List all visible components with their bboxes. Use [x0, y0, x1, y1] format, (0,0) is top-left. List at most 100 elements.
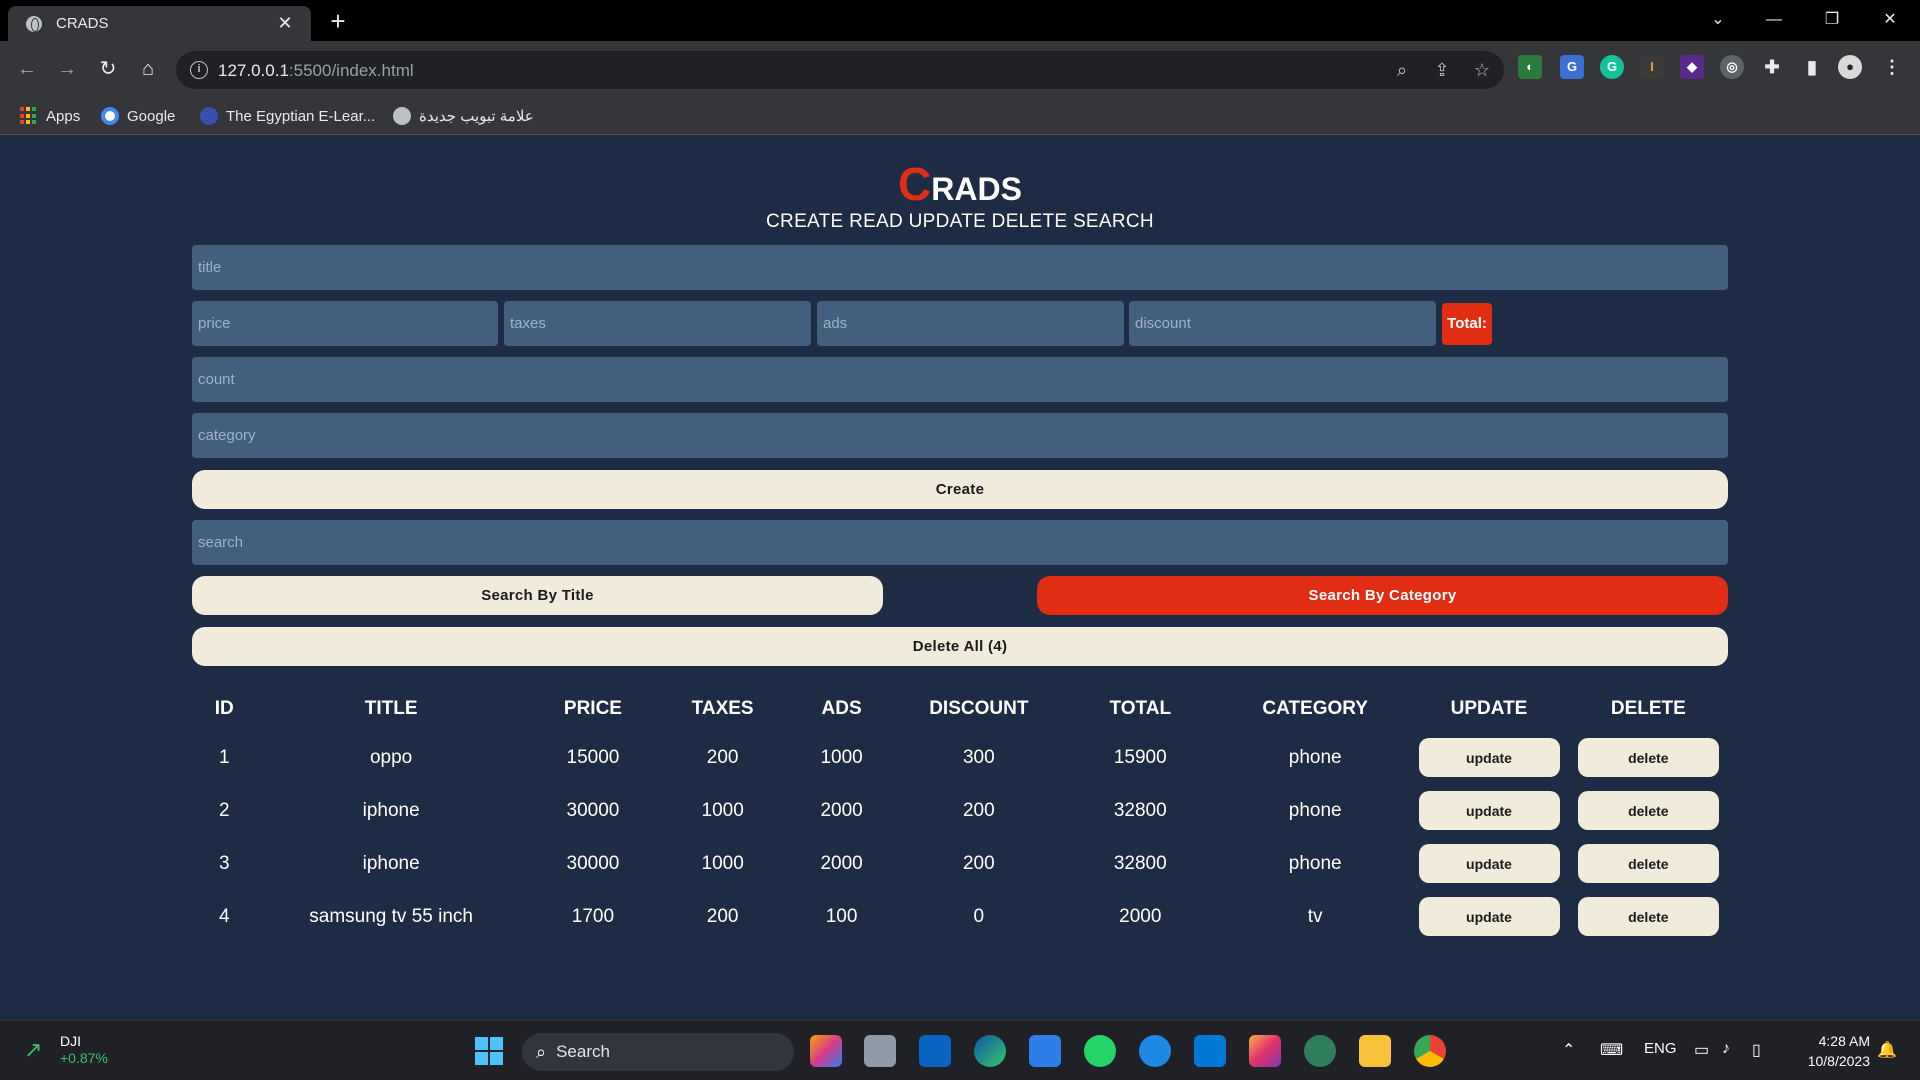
cell-id: 1 [219, 746, 230, 768]
cell-discount: 300 [962, 746, 995, 768]
new-tab-button[interactable]: + [323, 6, 353, 36]
menu-kebab-icon[interactable]: ⋮ [1880, 55, 1904, 79]
grammarly-icon[interactable]: G [1600, 55, 1624, 79]
table-row: 2 iphone 30000 1000 2000 200 32800 phone… [192, 784, 1728, 837]
network-icon[interactable]: ▭ [1694, 1040, 1709, 1060]
cell-price: 15000 [566, 746, 620, 768]
search-icon: ⌕ [536, 1041, 547, 1062]
cell-taxes: 200 [706, 905, 739, 927]
search-by-category-button[interactable]: Search By Category [1037, 576, 1728, 615]
translate-icon[interactable]: G [1560, 55, 1584, 79]
site-info-icon[interactable]: i [190, 61, 208, 79]
bookmark-apps[interactable]: Apps [20, 107, 80, 125]
cell-category: phone [1288, 799, 1342, 821]
todo-icon[interactable] [1029, 1035, 1061, 1067]
header-price: PRICE [563, 698, 622, 719]
cell-total: 2000 [1119, 905, 1162, 927]
header-update: UPDATE [1450, 698, 1528, 719]
side-panel-icon[interactable]: ▮ [1800, 55, 1824, 79]
outlook-icon[interactable] [919, 1035, 951, 1067]
browser-tab[interactable]: CRADS ✕ [8, 6, 311, 41]
back-icon[interactable]: ← [13, 55, 41, 83]
create-button[interactable]: Create [192, 470, 1728, 509]
url-text: 127.0.0.1:5500/index.html [218, 61, 414, 80]
chrome-icon[interactable] [1414, 1035, 1446, 1067]
sync-app-icon[interactable] [1139, 1035, 1171, 1067]
header-delete: DELETE [1610, 698, 1686, 719]
file-explorer-icon[interactable] [1359, 1035, 1391, 1067]
volume-icon[interactable]: ♪ [1722, 1040, 1730, 1058]
update-button[interactable]: update [1418, 791, 1560, 830]
discount-input[interactable] [1129, 301, 1436, 346]
extension-icon[interactable]: ◆ [1680, 55, 1704, 79]
bookmark-new-tab[interactable]: علامة تبويب جديدة [393, 107, 534, 125]
table-row: 4 samsung tv 55 inch 1700 200 100 0 2000… [192, 890, 1728, 943]
windows-start-icon[interactable] [473, 1035, 505, 1067]
restore-button[interactable]: ❐ [1804, 0, 1860, 41]
header-id: ID [214, 698, 234, 719]
google-icon [101, 107, 119, 125]
cell-taxes: 200 [706, 746, 739, 768]
forward-icon[interactable]: → [53, 55, 81, 83]
delete-button[interactable]: delete [1577, 844, 1719, 883]
extension-icon[interactable]: ◐ [1518, 55, 1542, 79]
delete-button[interactable]: delete [1577, 791, 1719, 830]
delete-all-button[interactable]: Delete All (4) [192, 627, 1728, 666]
taskbar-clock[interactable]: 4:28 AM 10/8/2023 [1790, 1031, 1870, 1071]
cell-ads: 2000 [820, 799, 863, 821]
ads-input[interactable] [817, 301, 1124, 346]
address-bar[interactable]: i 127.0.0.1:5500/index.html ⌕ ⇪ ☆ [176, 51, 1504, 89]
reload-icon[interactable]: ↻ [94, 55, 122, 83]
stock-widget[interactable]: ↗ DJI +0.87% [24, 1033, 108, 1067]
count-input[interactable] [192, 357, 1728, 402]
profile-avatar[interactable]: ● [1838, 55, 1862, 79]
cell-taxes: 1000 [701, 799, 744, 821]
apps-grid-icon [20, 107, 38, 125]
vscode-icon[interactable] [1194, 1035, 1226, 1067]
update-button[interactable]: update [1418, 738, 1560, 777]
widget-change: +0.87% [60, 1050, 108, 1066]
cell-id: 2 [219, 799, 230, 821]
bookmark-egyptian-elearning[interactable]: The Egyptian E-Lear... [200, 107, 375, 125]
cell-category: phone [1288, 746, 1342, 768]
close-window-button[interactable]: ✕ [1862, 0, 1918, 41]
minimize-button[interactable]: — [1746, 0, 1802, 41]
extension-icon[interactable]: I [1640, 55, 1664, 79]
search-by-title-button[interactable]: Search By Title [192, 576, 883, 615]
search-input[interactable] [192, 520, 1728, 565]
update-button[interactable]: update [1418, 844, 1560, 883]
tab-search-chevron-icon[interactable]: ⌄ [1690, 0, 1746, 41]
close-tab-icon[interactable]: ✕ [273, 13, 297, 34]
task-view-icon[interactable] [864, 1035, 896, 1067]
vpn-globe-icon[interactable]: ◎ [1720, 55, 1744, 79]
widget-name: DJI [60, 1033, 81, 1049]
whatsapp-icon[interactable] [1084, 1035, 1116, 1067]
price-input[interactable] [192, 301, 498, 346]
battery-icon[interactable]: ▯ [1752, 1040, 1761, 1060]
home-icon[interactable]: ⌂ [134, 55, 162, 83]
bookmark-star-icon[interactable]: ☆ [1471, 59, 1493, 81]
copilot-icon[interactable] [810, 1035, 842, 1067]
edge-icon[interactable] [974, 1035, 1006, 1067]
share-icon[interactable]: ⇪ [1431, 59, 1453, 81]
notification-bell-icon[interactable]: 🔔 [1877, 1040, 1897, 1060]
app-logo: CRADS [898, 158, 1022, 210]
tray-chevron-up-icon[interactable]: ⌃ [1562, 1040, 1575, 1060]
keyboard-icon[interactable]: ⌨ [1600, 1040, 1623, 1060]
update-button[interactable]: update [1418, 897, 1560, 936]
delete-button[interactable]: delete [1577, 897, 1719, 936]
title-input[interactable] [192, 245, 1728, 290]
taxes-input[interactable] [504, 301, 811, 346]
cell-id: 3 [219, 852, 230, 874]
taskbar-search[interactable]: ⌕ Search [522, 1033, 794, 1071]
instagram-icon[interactable] [1249, 1035, 1281, 1067]
bookmark-google[interactable]: Google [101, 107, 175, 125]
app-icon[interactable] [1304, 1035, 1336, 1067]
language-indicator[interactable]: ENG [1644, 1040, 1677, 1057]
zoom-icon[interactable]: ⌕ [1391, 59, 1413, 81]
extensions-puzzle-icon[interactable]: ✚ [1760, 55, 1784, 79]
table-row: 1 oppo 15000 200 1000 300 15900 phone up… [192, 731, 1728, 784]
table-row: 3 iphone 30000 1000 2000 200 32800 phone… [192, 837, 1728, 890]
delete-button[interactable]: delete [1577, 738, 1719, 777]
category-input[interactable] [192, 413, 1728, 458]
